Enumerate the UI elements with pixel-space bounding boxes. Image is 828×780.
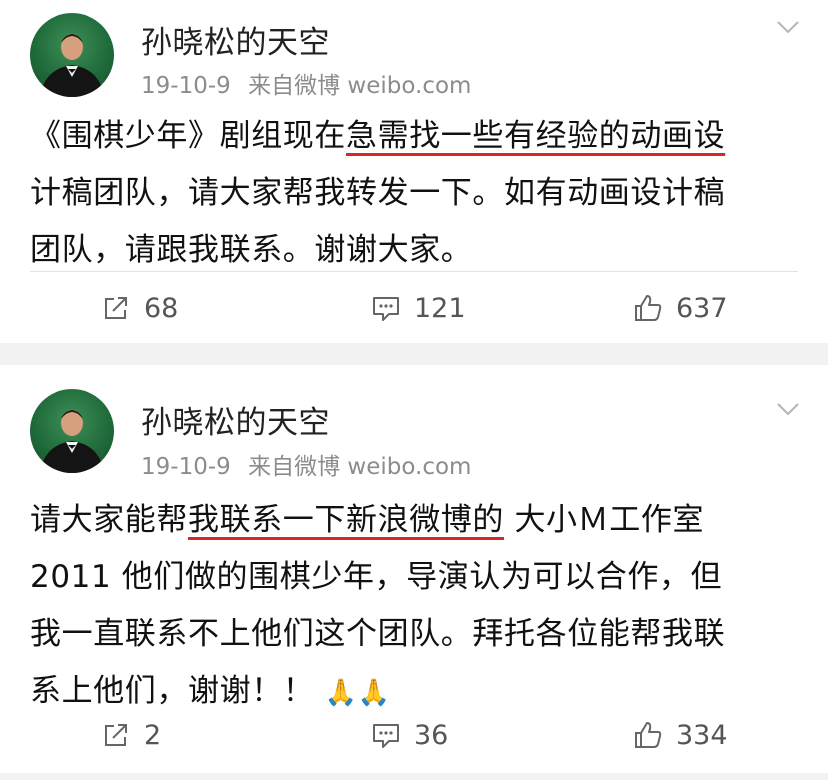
action-bar: 68 121 637 (0, 278, 828, 338)
like-button[interactable]: 637 (632, 278, 728, 338)
post-text-line: 系上他们，谢谢！！ (30, 673, 315, 709)
post-text-segment: 大小Ｍ工作室 (504, 502, 705, 538)
post-text: 请大家能帮我联系一下新浪微博的 大小Ｍ工作室 2011 他们做的围棋少年，导演认… (30, 492, 800, 722)
post-text-line: 2011 他们做的围棋少年，导演认为可以合作，但 (30, 559, 723, 595)
chevron-down-icon[interactable] (776, 19, 800, 35)
like-count: 637 (676, 292, 728, 324)
username[interactable]: 孙晓松的天空 (141, 17, 330, 62)
post-meta: 19-10-9 来自微博 weibo.com (141, 66, 481, 100)
clap-emoji: 🙏🙏 (324, 678, 391, 708)
comment-count: 36 (414, 719, 449, 751)
like-count: 334 (676, 719, 728, 751)
chevron-down-icon[interactable] (776, 401, 800, 417)
highlighted-text: 我联系一下新浪微博的 (188, 502, 504, 538)
post-date: 19-10-9 (141, 454, 231, 480)
like-icon (635, 722, 662, 748)
like-button[interactable]: 334 (632, 705, 728, 765)
like-icon (635, 295, 662, 321)
divider (30, 271, 798, 272)
post-source: 来自微博 weibo.com (248, 73, 472, 99)
comment-icon (373, 297, 399, 321)
post-date: 19-10-9 (141, 73, 231, 99)
post-text-line: 团队，请跟我联系。谢谢大家。 (30, 232, 473, 268)
avatar[interactable] (30, 13, 114, 97)
post-text-line: 我一直联系不上他们这个团队。拜托各位能帮我联 (30, 616, 726, 652)
avatar[interactable] (30, 389, 114, 473)
action-bar: 2 36 334 (0, 705, 828, 765)
username[interactable]: 孙晓松的天空 (141, 397, 330, 442)
post-text-segment: 《围棋少年》剧组现在 (30, 118, 346, 154)
post-text-segment: 请大家能帮 (30, 502, 188, 538)
repost-count: 2 (144, 719, 162, 751)
repost-icon (105, 724, 127, 746)
comment-button[interactable]: 121 (370, 278, 466, 338)
weibo-post-card: 孙晓松的天空 19-10-9 来自微博 weibo.com 《围棋少年》剧组现在… (0, 0, 828, 343)
repost-button[interactable]: 68 (100, 278, 178, 338)
repost-icon (105, 297, 127, 319)
comment-button[interactable]: 36 (370, 705, 448, 765)
comment-count: 121 (414, 292, 466, 324)
highlighted-text: 急需找一些有经验的动画设 (346, 118, 726, 154)
weibo-post-card: 孙晓松的天空 19-10-9 来自微博 weibo.com 请大家能帮我联系一下… (0, 365, 828, 773)
post-source: 来自微博 weibo.com (248, 454, 472, 480)
post-meta: 19-10-9 来自微博 weibo.com (141, 447, 481, 481)
repost-count: 68 (144, 292, 179, 324)
repost-button[interactable]: 2 (100, 705, 161, 765)
post-text-line: 计稿团队，请大家帮我转发一下。如有动画设计稿 (30, 175, 726, 211)
post-text: 《围棋少年》剧组现在急需找一些有经验的动画设 计稿团队，请大家帮我转发一下。如有… (30, 108, 800, 279)
comment-icon (373, 724, 399, 748)
